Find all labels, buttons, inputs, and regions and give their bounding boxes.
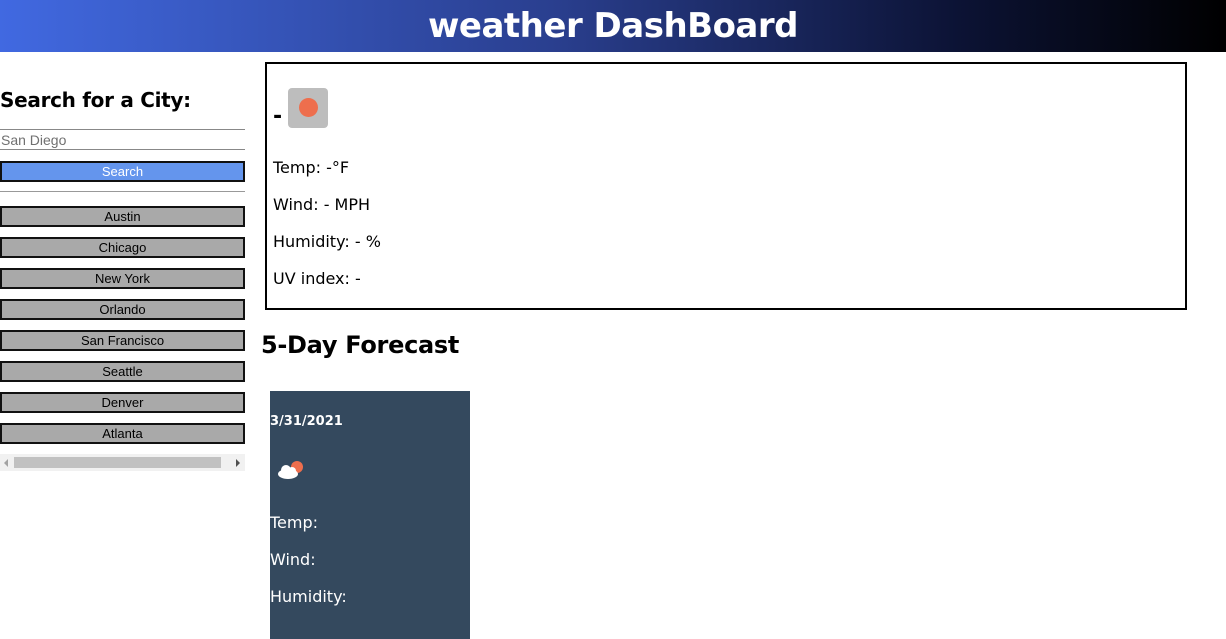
- search-button[interactable]: Search: [0, 161, 245, 182]
- current-city-line: -: [273, 88, 329, 129]
- city-button-seattle[interactable]: Seattle: [0, 361, 245, 382]
- search-input[interactable]: [0, 129, 245, 150]
- scroll-right-icon[interactable]: [236, 459, 240, 467]
- forecast-humidity: Humidity:: [270, 587, 347, 606]
- current-weather-panel: - Temp: -°F Wind: - MPH Humidity: - % UV…: [265, 62, 1187, 310]
- city-button-austin[interactable]: Austin: [0, 206, 245, 227]
- cloud-sun-icon: [278, 461, 303, 479]
- city-button-denver[interactable]: Denver: [0, 392, 245, 413]
- current-temp: Temp: -°F: [273, 158, 350, 177]
- divider: [0, 191, 245, 192]
- city-button-chicago[interactable]: Chicago: [0, 237, 245, 258]
- forecast-date: 3/31/2021: [270, 414, 343, 429]
- current-wind: Wind: - MPH: [273, 195, 371, 214]
- page-title: weather DashBoard: [428, 6, 798, 46]
- current-humidity: Humidity: - %: [273, 232, 381, 251]
- city-button-san-francisco[interactable]: San Francisco: [0, 330, 245, 351]
- sun-icon: [288, 88, 329, 128]
- forecast-card: 3/31/2021 Temp: Wind: Humidity:: [270, 391, 470, 639]
- city-button-atlanta[interactable]: Atlanta: [0, 423, 245, 444]
- forecast-temp: Temp:: [270, 513, 319, 532]
- city-button-orlando[interactable]: Orlando: [0, 299, 245, 320]
- horizontal-scrollbar[interactable]: [0, 454, 245, 471]
- current-uv-index: UV index: -: [273, 269, 361, 288]
- scrollbar-thumb[interactable]: [14, 457, 221, 468]
- city-button-new-york[interactable]: New York: [0, 268, 245, 289]
- app-header: weather DashBoard: [0, 0, 1226, 52]
- sun-shape: [299, 98, 319, 117]
- forecast-wind: Wind:: [270, 550, 316, 569]
- search-heading: Search for a City:: [0, 88, 191, 112]
- scroll-left-icon[interactable]: [4, 459, 8, 467]
- current-city-name: -: [273, 104, 283, 129]
- forecast-title: 5-Day Forecast: [261, 331, 460, 359]
